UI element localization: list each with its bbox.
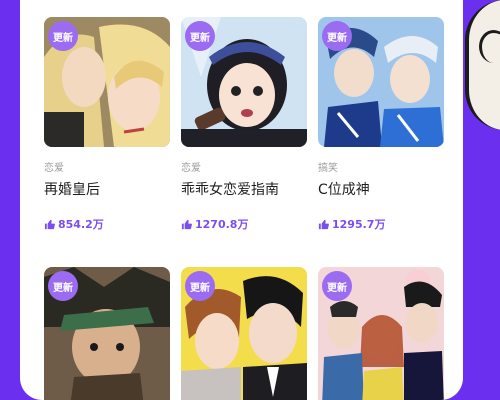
comic-likes: 1270.8万 (181, 216, 307, 232)
update-badge: 更新 (185, 21, 215, 51)
comic-title[interactable]: 乖乖女恋爱指南 (181, 181, 307, 199)
comic-card[interactable]: 更新 (44, 267, 170, 400)
comic-card[interactable]: 更新 (181, 267, 307, 400)
comic-title[interactable]: 再婚皇后 (44, 181, 170, 199)
comic-cover[interactable]: 更新 (181, 17, 307, 147)
comic-card[interactable]: 更新 (318, 267, 444, 400)
comic-list-screen: 更新 恋爱 再婚皇后 854.2万 更新 恋爱 乖乖女恋爱指南 1270.8万 … (20, 0, 463, 400)
comic-cover[interactable]: 更新 (318, 17, 444, 147)
update-badge: 更新 (322, 21, 352, 51)
update-badge: 更新 (48, 21, 78, 51)
comic-cover[interactable]: 更新 (44, 267, 170, 400)
comic-genre: 恋爱 (44, 163, 64, 174)
update-badge: 更新 (48, 271, 78, 301)
thumbs-up-icon (44, 219, 55, 230)
comic-genre: 恋爱 (181, 163, 201, 174)
comic-card[interactable]: 更新 恋爱 乖乖女恋爱指南 1270.8万 (181, 17, 307, 267)
comic-cover[interactable]: 更新 (318, 267, 444, 400)
left-background (0, 0, 20, 400)
comic-cover[interactable]: 更新 (44, 17, 170, 147)
comic-likes: 1295.7万 (318, 216, 444, 232)
likes-count: 1295.7万 (332, 218, 386, 231)
thumbs-up-icon (181, 219, 192, 230)
comic-card[interactable]: 更新 搞笑 C位成神 1295.7万 (318, 17, 444, 267)
comic-genre: 搞笑 (318, 163, 338, 174)
likes-count: 854.2万 (58, 218, 104, 231)
update-badge: 更新 (185, 271, 215, 301)
comic-card[interactable]: 更新 恋爱 再婚皇后 854.2万 (44, 17, 170, 267)
likes-count: 1270.8万 (195, 218, 249, 231)
comic-cover[interactable]: 更新 (181, 267, 307, 400)
thumbs-up-icon (318, 219, 329, 230)
update-badge: 更新 (322, 271, 352, 301)
character-illustration (465, 0, 500, 130)
comic-title[interactable]: C位成神 (318, 181, 444, 199)
comic-likes: 854.2万 (44, 216, 170, 232)
right-decoration (463, 0, 500, 400)
comic-grid: 更新 恋爱 再婚皇后 854.2万 更新 恋爱 乖乖女恋爱指南 1270.8万 … (44, 17, 444, 400)
